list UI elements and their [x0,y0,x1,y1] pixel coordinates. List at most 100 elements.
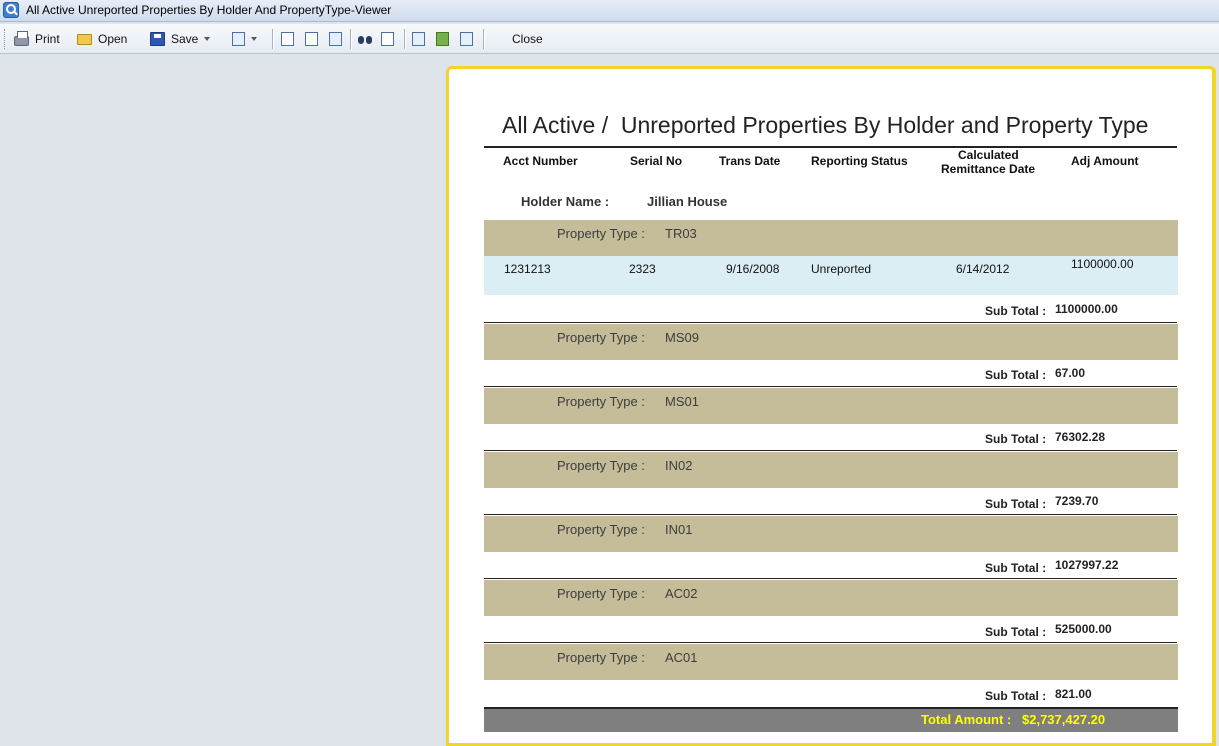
window-title: All Active Unreported Properties By Hold… [26,3,392,17]
column-header-acct-number: Acct Number [503,154,578,168]
property-type-label: Property Type : [557,458,645,473]
property-type-value: IN02 [665,458,693,473]
page-help-icon [305,32,318,46]
total-amount-value: $2,737,427.20 [1022,712,1106,727]
open-label: Open [98,32,128,46]
viewer-app-icon [3,2,19,18]
property-type-label: Property Type : [557,226,645,241]
page-width-icon [460,32,473,46]
find-button[interactable] [357,29,373,49]
holder-name-label: Holder Name : [521,194,610,209]
property-type-band: Property Type : AC01 [484,644,1178,680]
multi-page-icon [436,32,449,46]
export-dropdown-arrow-icon[interactable] [251,37,257,41]
save-dropdown-arrow-icon[interactable] [204,37,211,41]
total-amount-band: Total Amount : $2,737,427.20 [484,707,1178,732]
property-type-value: MS09 [665,330,699,345]
page-help-button[interactable] [305,29,318,49]
toolbar-separator [272,29,273,49]
report-title: All Active / Unreported Properties By Ho… [502,112,1149,138]
toolbar-separator [350,29,351,49]
floppy-disk-icon [150,32,165,46]
export-icon [232,32,245,46]
binoculars-icon [357,33,373,45]
export-button[interactable] [232,29,257,49]
subtotal-divider [484,578,1177,579]
property-type-band: Property Type : MS09 [484,324,1178,360]
subtotal-value: 1100000.00 [1055,302,1118,316]
property-type-label: Property Type : [557,586,645,601]
subtotal-label: Sub Total : [985,497,1047,511]
property-type-value: TR03 [665,226,697,241]
column-header-calculated: Calculated [958,148,1019,162]
save-button[interactable]: Save [150,29,211,49]
property-type-band: Property Type : TR03 [484,220,1178,256]
page-setup-icon [281,32,294,46]
text-search-button[interactable] [381,29,394,49]
text-search-icon [381,32,394,46]
title-divider [484,146,1177,148]
property-type-band: Property Type : AC02 [484,580,1178,616]
detail-reporting-status: Unreported [811,262,872,276]
holder-name-value: Jillian House [647,194,728,209]
detail-serial-no: 2323 [629,262,656,276]
detail-trans-date: 9/16/2008 [726,262,780,276]
property-type-band: Property Type : MS01 [484,388,1178,424]
property-type-label: Property Type : [557,522,645,537]
save-label: Save [171,32,199,46]
subtotal-label: Sub Total : [985,561,1047,575]
column-header-trans-date: Trans Date [719,154,781,168]
subtotal-value: 67.00 [1055,366,1086,380]
print-label: Print [35,32,60,46]
multi-page-button[interactable] [436,29,449,49]
page-setup-button[interactable] [281,29,294,49]
print-button[interactable]: Print [14,29,60,49]
close-button[interactable]: Close [512,29,543,49]
column-header-serial-no: Serial No [630,154,683,168]
subtotal-label: Sub Total : [985,304,1047,318]
subtotal-divider [484,642,1177,643]
property-type-value: AC02 [665,586,698,601]
detail-acct-number: 1231213 [504,262,551,276]
toolbar-grip[interactable] [4,29,8,49]
subtotal-label: Sub Total : [985,689,1047,703]
subtotal-divider [484,322,1177,323]
subtotal-value: 1027997.22 [1055,558,1119,572]
toolbar: Print Open Save Close [0,24,1219,54]
single-page-button[interactable] [412,29,425,49]
column-header-reporting-status: Reporting Status [811,154,908,168]
subtotal-value: 7239.70 [1055,494,1099,508]
subtotal-label: Sub Total : [985,368,1047,382]
open-button[interactable]: Open [77,29,127,49]
property-type-value: AC01 [665,650,698,665]
subtotal-divider [484,386,1177,387]
property-type-band: Property Type : IN02 [484,452,1178,488]
page-layout-button[interactable] [329,29,342,49]
property-type-value: MS01 [665,394,699,409]
property-type-label: Property Type : [557,330,645,345]
subtotal-label: Sub Total : [985,625,1047,639]
subtotal-divider [484,514,1177,515]
folder-open-icon [77,33,92,45]
single-page-icon [412,32,425,46]
subtotal-value: 525000.00 [1055,622,1112,636]
subtotal-value: 76302.28 [1055,430,1106,444]
detail-remittance-date: 6/14/2012 [956,262,1010,276]
total-amount-label: Total Amount : [921,712,1012,727]
toolbar-separator [404,29,405,49]
column-header-adj-amount: Adj Amount [1071,154,1139,168]
subtotal-label: Sub Total : [985,432,1047,446]
property-type-label: Property Type : [557,650,645,665]
toolbar-separator [483,29,484,49]
subtotal-value: 821.00 [1055,687,1092,701]
property-type-label: Property Type : [557,394,645,409]
printer-icon [14,31,29,46]
column-header-remittance-date: Remittance Date [941,162,1036,176]
page-width-button[interactable] [460,29,473,49]
detail-adj-amount: 1100000.00 [1071,257,1134,271]
property-type-band: Property Type : IN01 [484,516,1178,552]
property-type-value: IN01 [665,522,693,537]
page-layout-icon [329,32,342,46]
subtotal-divider [484,450,1177,451]
title-bar: All Active Unreported Properties By Hold… [0,0,1219,22]
